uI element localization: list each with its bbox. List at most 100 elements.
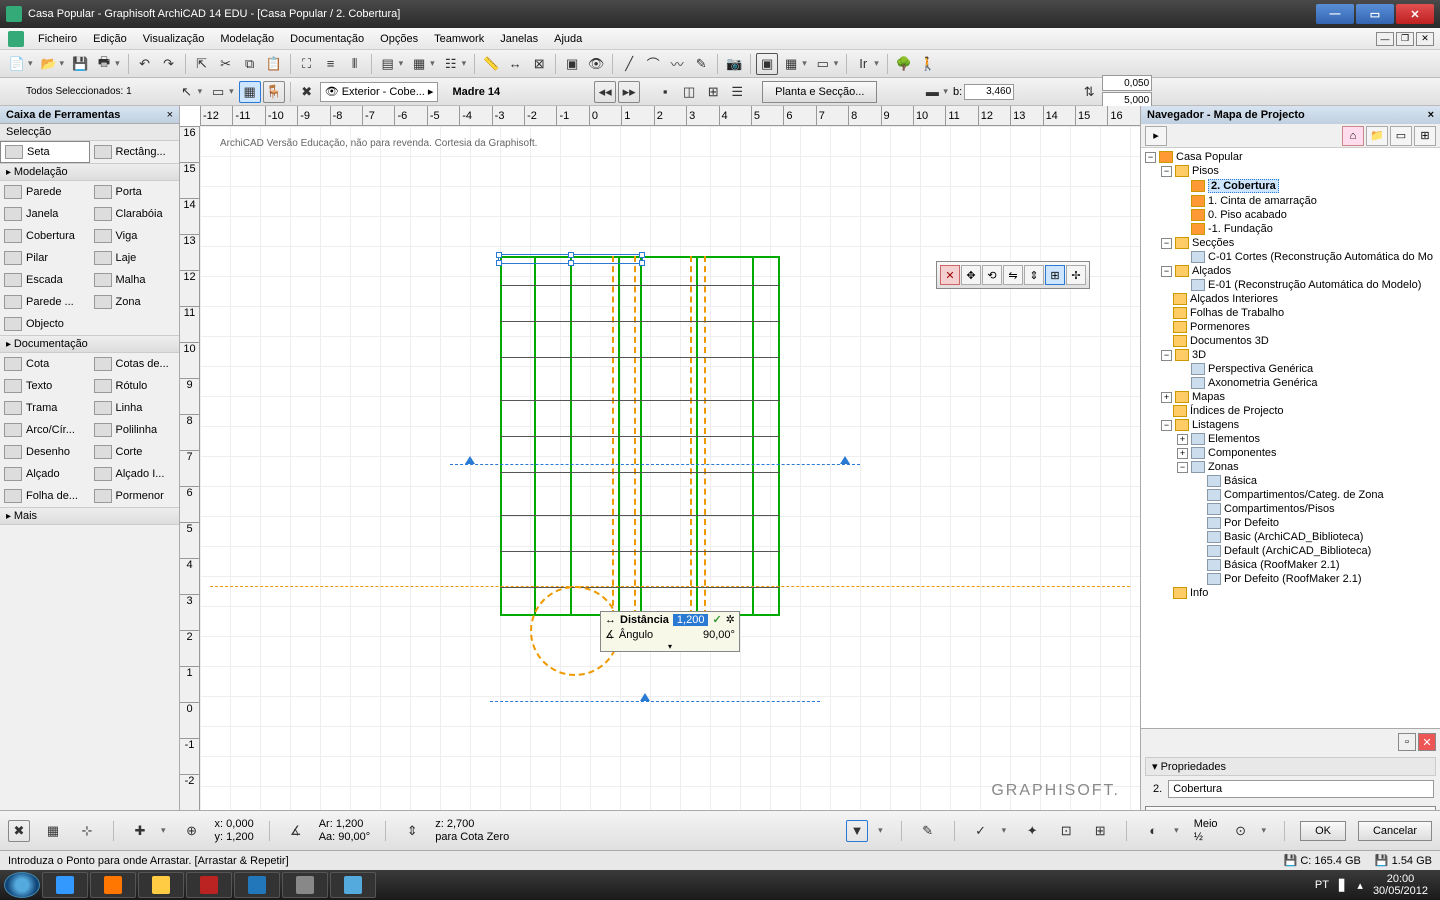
view-icon[interactable]: ▦ bbox=[408, 53, 430, 75]
prop-name-field[interactable] bbox=[1168, 780, 1434, 798]
menu-edicao[interactable]: Edição bbox=[85, 33, 135, 45]
tree-c01[interactable]: C-01 Cortes (Reconstrução Automática do … bbox=[1208, 251, 1433, 263]
tool-porta[interactable]: Porta bbox=[90, 181, 180, 203]
taskbar-autocad[interactable] bbox=[186, 872, 232, 898]
tree-story-0[interactable]: 0. Piso acabado bbox=[1208, 209, 1287, 221]
section-profile-icon[interactable]: ▬ bbox=[921, 81, 943, 103]
nav-delete-icon[interactable]: ✕ bbox=[1418, 733, 1436, 751]
tree-indices[interactable]: Índices de Projecto bbox=[1190, 405, 1284, 417]
tool-claraboia[interactable]: Clarabóia bbox=[90, 203, 180, 225]
tool-texto[interactable]: Texto bbox=[0, 375, 90, 397]
tree-collapse-icon[interactable]: − bbox=[1161, 350, 1172, 361]
tree-cobertura[interactable]: 2. Cobertura bbox=[1208, 179, 1279, 193]
tool-parede-cortina[interactable]: Parede ... bbox=[0, 291, 90, 313]
tree-persp[interactable]: Perspectiva Genérica bbox=[1208, 363, 1313, 375]
tray-lang[interactable]: PT bbox=[1315, 879, 1329, 891]
tree-alcados[interactable]: Alçados bbox=[1192, 265, 1231, 277]
element-highlight-icon[interactable]: ▦ bbox=[239, 81, 261, 103]
stop-icon[interactable]: ▪ bbox=[654, 81, 676, 103]
snap-half-icon[interactable]: ◐ bbox=[1142, 820, 1164, 842]
tree-basica[interactable]: Básica bbox=[1224, 475, 1257, 487]
pet-stretch-icon[interactable]: ✢ bbox=[1066, 265, 1086, 285]
app-menu-icon[interactable] bbox=[8, 31, 24, 47]
tree-collapse-icon[interactable]: − bbox=[1161, 266, 1172, 277]
taskbar-archicad[interactable] bbox=[282, 872, 328, 898]
menu-visualizacao[interactable]: Visualização bbox=[135, 33, 213, 45]
tree-pordefeito[interactable]: Por Defeito bbox=[1224, 517, 1279, 529]
taskbar-explorer[interactable] bbox=[138, 872, 184, 898]
copy-icon[interactable]: ⧉ bbox=[239, 53, 261, 75]
pet-move-icon[interactable]: ✥ bbox=[961, 265, 981, 285]
pet-rotate-icon[interactable]: ⟲ bbox=[982, 265, 1002, 285]
tree-compart-pisos[interactable]: Compartimentos/Pisos bbox=[1224, 503, 1335, 515]
curve-icon[interactable]: 〰 bbox=[666, 53, 688, 75]
tool-malha[interactable]: Malha bbox=[90, 269, 180, 291]
navigator-close-icon[interactable]: × bbox=[1428, 109, 1434, 121]
taskbar-media[interactable] bbox=[90, 872, 136, 898]
menu-janelas[interactable]: Janelas bbox=[492, 33, 546, 45]
polar-icon[interactable]: ∡ bbox=[285, 820, 307, 842]
window-maximize-button[interactable]: ▭ bbox=[1356, 4, 1394, 24]
tool-alcado[interactable]: Alçado bbox=[0, 463, 90, 485]
magic-wand-icon[interactable]: ✦ bbox=[1021, 820, 1043, 842]
undo-icon[interactable]: ↶ bbox=[134, 53, 156, 75]
mdi-restore-button[interactable]: ❐ bbox=[1396, 32, 1414, 46]
tree-basica-roof[interactable]: Básica (RoofMaker 2.1) bbox=[1224, 559, 1340, 571]
dim-tool-icon[interactable]: ↔ bbox=[504, 53, 526, 75]
person-icon[interactable]: 🚶 bbox=[917, 53, 939, 75]
taskbar-ie[interactable] bbox=[42, 872, 88, 898]
menu-ajuda[interactable]: Ajuda bbox=[546, 33, 590, 45]
tool-arrow[interactable]: Seta bbox=[0, 141, 90, 163]
z-icon[interactable]: ⇕ bbox=[401, 820, 423, 842]
merge-icon[interactable]: ⊞ bbox=[702, 81, 724, 103]
ok-button[interactable]: OK bbox=[1300, 821, 1346, 841]
nav-view-map-icon[interactable]: 📁 bbox=[1366, 126, 1388, 146]
pet-multiply-icon[interactable]: ⊞ bbox=[1045, 265, 1065, 285]
chevron-down-icon[interactable]: ▾ bbox=[601, 642, 739, 651]
distribute-icon[interactable]: ⫴ bbox=[344, 53, 366, 75]
toolbox-cat-model[interactable]: ▸ Modelação bbox=[0, 163, 179, 181]
tree-default-bib[interactable]: Default (ArchiCAD_Biblioteca) bbox=[1224, 545, 1371, 557]
tree-pormenores[interactable]: Pormenores bbox=[1190, 321, 1250, 333]
tree-collapse-icon[interactable]: − bbox=[1177, 462, 1188, 473]
nav-first-icon[interactable]: ◂◂ bbox=[594, 81, 616, 103]
tool-rectangle[interactable]: Rectâng... bbox=[90, 141, 180, 163]
nav-project-map-icon[interactable]: ⌂ bbox=[1342, 126, 1364, 146]
paste-icon[interactable]: 📋 bbox=[263, 53, 285, 75]
tray-flag-icon[interactable]: ▋ bbox=[1339, 879, 1347, 892]
new-file-icon[interactable]: 📄 bbox=[6, 53, 28, 75]
tool-linha[interactable]: Linha bbox=[90, 397, 180, 419]
tool-rotulo[interactable]: Rótulo bbox=[90, 375, 180, 397]
tool-corte[interactable]: Corte bbox=[90, 441, 180, 463]
tool-escada[interactable]: Escada bbox=[0, 269, 90, 291]
layers-icon[interactable]: ☰ bbox=[726, 81, 748, 103]
dim-b-field[interactable]: 3,460 bbox=[964, 84, 1014, 100]
menu-teamwork[interactable]: Teamwork bbox=[426, 33, 492, 45]
tree-mapas[interactable]: Mapas bbox=[1192, 391, 1225, 403]
menu-documentacao[interactable]: Documentação bbox=[282, 33, 372, 45]
tree-root[interactable]: Casa Popular bbox=[1176, 151, 1243, 163]
navigator-tree[interactable]: −Casa Popular −Pisos 2. Cobertura 1. Cin… bbox=[1141, 148, 1440, 728]
pet-mirror-icon[interactable]: ⇋ bbox=[1003, 265, 1023, 285]
coord-mode-icon[interactable]: ⊕ bbox=[181, 820, 203, 842]
render-icon[interactable]: ▣ bbox=[561, 53, 583, 75]
tree-story-m1[interactable]: -1. Fundação bbox=[1208, 223, 1273, 235]
snap-opts-icon[interactable]: ⊙ bbox=[1230, 820, 1252, 842]
tool-trama[interactable]: Trama bbox=[0, 397, 90, 419]
tool-alcado-int[interactable]: Alçado I... bbox=[90, 463, 180, 485]
tool-folha[interactable]: Folha de... bbox=[0, 485, 90, 507]
elevation-icon[interactable]: ⇅ bbox=[1078, 81, 1100, 103]
tree-collapse-icon[interactable]: − bbox=[1161, 238, 1172, 249]
align-icon[interactable]: ≡ bbox=[320, 53, 342, 75]
menu-opcoes[interactable]: Opções bbox=[372, 33, 426, 45]
ok-check-icon[interactable]: ✓ bbox=[970, 820, 992, 842]
tool-laje[interactable]: Laje bbox=[90, 247, 180, 269]
zoom-extents-icon[interactable]: ⛶ bbox=[296, 53, 318, 75]
explode-icon[interactable]: ◫ bbox=[678, 81, 700, 103]
tool-arco[interactable]: Arco/Cír... bbox=[0, 419, 90, 441]
tool-zona[interactable]: Zona bbox=[90, 291, 180, 313]
tree-folhas[interactable]: Folhas de Trabalho bbox=[1190, 307, 1284, 319]
save-icon[interactable]: 💾 bbox=[69, 53, 91, 75]
tool-cota[interactable]: Cota bbox=[0, 353, 90, 375]
pet-elevate-icon[interactable]: ⇕ bbox=[1024, 265, 1044, 285]
